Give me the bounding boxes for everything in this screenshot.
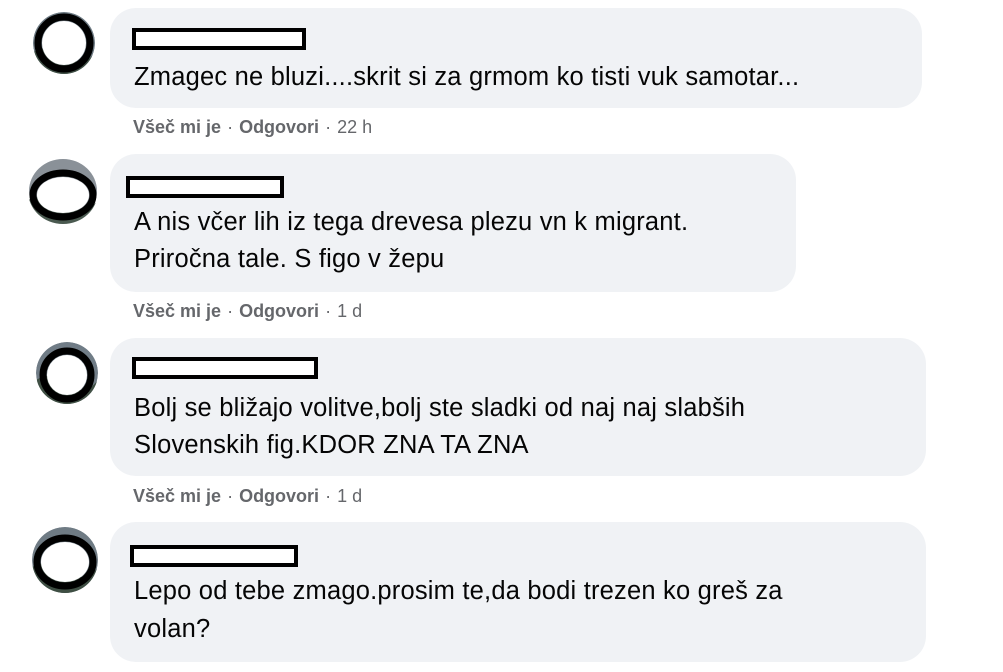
reply-link[interactable]: Odgovori — [239, 117, 319, 137]
comment-bubble: Zmagec ne bluzi....skrit si za grmom ko … — [110, 8, 922, 108]
redacted-author-name — [130, 545, 298, 567]
avatar-icon — [33, 12, 95, 74]
comment-text-line: Slovenskih fig.KDOR ZNA TA ZNA — [134, 431, 529, 459]
avatar-icon — [36, 342, 98, 404]
avatar-icon — [32, 527, 98, 593]
avatar[interactable] — [33, 12, 95, 74]
separator-dot: · — [227, 486, 234, 506]
separator-dot: · — [227, 301, 234, 321]
comment-text-line: Zmagec ne bluzi....skrit si za grmom ko … — [134, 63, 800, 91]
avatar[interactable] — [32, 527, 98, 593]
comment-actions: Všeč mi je · Odgovori · 1 d — [133, 301, 362, 322]
comment-text-line: volan? — [134, 615, 211, 643]
redacted-author-name — [132, 357, 318, 379]
like-link[interactable]: Všeč mi je — [133, 301, 221, 321]
comment-timestamp[interactable]: 1 d — [337, 301, 362, 321]
separator-dot: · — [227, 117, 234, 137]
comment-text-line: Priročna tale. S figo v žepu — [134, 245, 445, 273]
comment-bubble: Bolj se bližajo volitve,bolj ste sladki … — [110, 338, 926, 476]
comment-actions: Všeč mi je · Odgovori · 1 d — [133, 486, 362, 507]
comment-timestamp[interactable]: 1 d — [337, 486, 362, 506]
like-link[interactable]: Všeč mi je — [133, 486, 221, 506]
reply-link[interactable]: Odgovori — [239, 486, 319, 506]
avatar[interactable] — [28, 158, 98, 224]
separator-dot: · — [325, 301, 332, 321]
separator-dot: · — [325, 117, 332, 137]
redacted-author-name — [126, 176, 284, 198]
comment-bubble: A nis včer lih iz tega drevesa plezu vn … — [110, 154, 796, 292]
comment-timestamp[interactable]: 22 h — [337, 117, 372, 137]
reply-link[interactable]: Odgovori — [239, 301, 319, 321]
comment-text-line: Lepo od tebe zmago.prosim te,da bodi tre… — [134, 577, 783, 605]
avatar-icon — [28, 159, 98, 224]
redacted-author-name — [132, 28, 306, 50]
comment-actions: Všeč mi je · Odgovori · 22 h — [133, 117, 372, 138]
comment-text-line: A nis včer lih iz tega drevesa plezu vn … — [134, 208, 689, 236]
comment-text-line: Bolj se bližajo volitve,bolj ste sladki … — [134, 394, 746, 422]
avatar[interactable] — [36, 342, 98, 404]
separator-dot: · — [325, 486, 332, 506]
like-link[interactable]: Všeč mi je — [133, 117, 221, 137]
comment-bubble: Lepo od tebe zmago.prosim te,da bodi tre… — [110, 522, 926, 662]
